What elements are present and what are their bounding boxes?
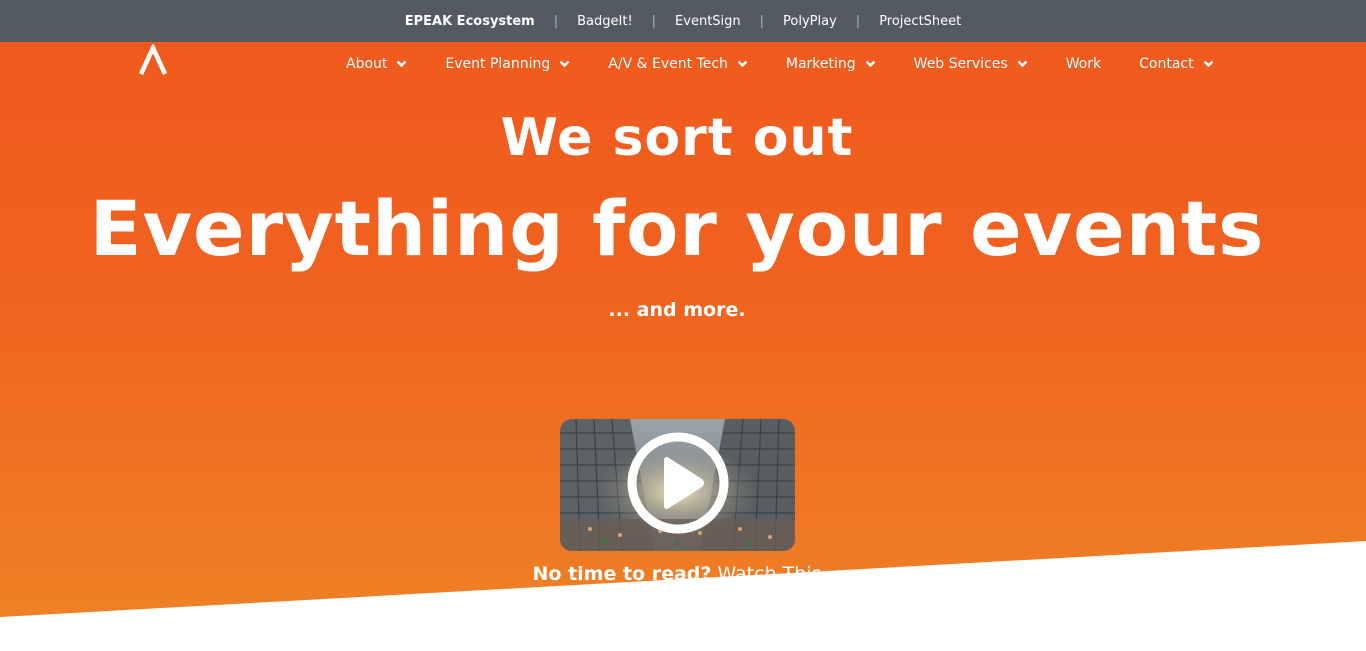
nav-item-contact[interactable]: Contact [1139,56,1213,72]
site-logo[interactable] [138,42,168,76]
nav-item-event-planning[interactable]: Event Planning [445,56,570,72]
nav-item-label: Event Planning [445,56,551,72]
ecosystem-link-polyplay[interactable]: PolyPlay [764,14,856,29]
nav-item-label: A/V & Event Tech [608,56,728,72]
nav-item-web-services[interactable]: Web Services [914,56,1028,72]
nav-item-label: About [346,56,388,72]
chevron-down-icon [397,60,407,68]
ecosystem-links: EPEAK Ecosystem | BadgeIt! | EventSign |… [386,14,981,29]
ecosystem-link-eventsign[interactable]: EventSign [656,14,760,29]
hero-subline: ... and more. [608,299,746,321]
nav-item-label: Work [1065,56,1102,72]
watch-video-link[interactable]: Watch This [717,563,821,585]
nav-item-label: Web Services [913,56,1008,72]
hero-headline-small: We sort out [500,108,854,168]
nav-item-label: Marketing [785,56,856,72]
epeak-logo-icon [138,42,168,75]
chevron-down-icon [737,60,748,68]
page: EPEAK Ecosystem | BadgeIt! | EventSign |… [0,0,1366,651]
chevron-down-icon [559,60,570,68]
ecosystem-link-epeak[interactable]: EPEAK Ecosystem [386,14,554,29]
play-video-button[interactable] [626,431,730,535]
chevron-down-icon [1203,60,1213,68]
chevron-down-icon [1017,60,1028,68]
ecosystem-link-badgeit[interactable]: BadgeIt! [558,14,652,29]
chevron-down-icon [865,60,876,68]
hero-headline: Everything for your events [89,184,1265,273]
main-nav: About Event Planning A/V & Event Tech Ma… [346,42,1252,86]
watch-video-lead: No time to read? [532,563,712,585]
nav-item-about[interactable]: About [346,56,407,72]
nav-item-work[interactable]: Work [1066,56,1101,72]
nav-item-marketing[interactable]: Marketing [786,56,876,72]
nav-item-av-event-tech[interactable]: A/V & Event Tech [608,56,748,72]
play-icon [627,432,729,534]
watch-video-prompt: No time to read? Watch This [0,563,1354,585]
nav-item-label: Contact [1139,56,1194,72]
ecosystem-bar: EPEAK Ecosystem | BadgeIt! | EventSign |… [0,0,1366,42]
ecosystem-link-projectsheet[interactable]: ProjectSheet [860,14,980,29]
